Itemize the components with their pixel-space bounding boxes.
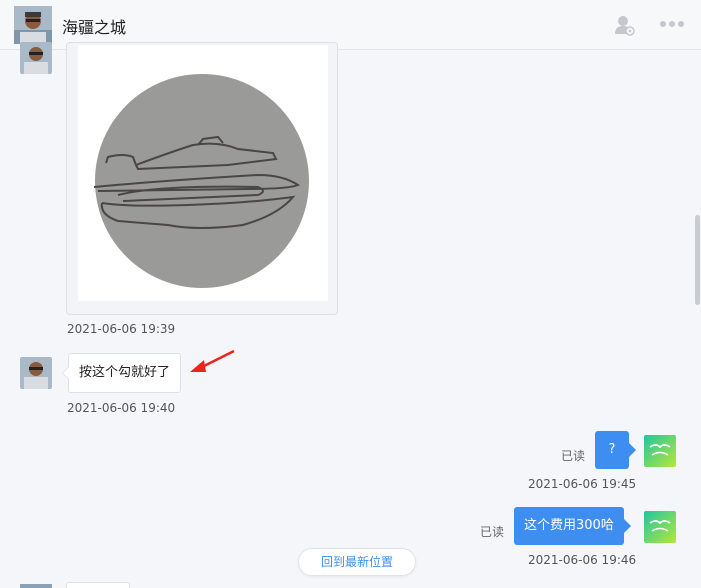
red-arrow-icon (188, 348, 238, 376)
image-message[interactable] (66, 42, 338, 315)
sender-avatar[interactable] (20, 584, 52, 588)
message-timestamp: 2021-06-06 19:45 (528, 477, 637, 491)
scrollbar-thumb[interactable] (695, 215, 700, 305)
outgoing-text-bubble[interactable]: 这个费用300哈 (514, 507, 631, 545)
more-icon[interactable] (659, 16, 685, 30)
read-status: 已读 (480, 525, 505, 539)
chat-title: 海疆之城 (62, 18, 127, 37)
read-status: 已读 (561, 449, 586, 463)
message-timestamp: 2021-06-06 19:46 (528, 553, 637, 567)
jetski-image (78, 45, 328, 301)
message-timestamp: 2021-06-06 19:39 (67, 322, 176, 336)
incoming-text-bubble[interactable] (66, 582, 130, 588)
my-avatar[interactable] (644, 511, 676, 543)
my-avatar[interactable] (644, 435, 676, 467)
message-timestamp: 2021-06-06 19:40 (67, 401, 176, 415)
outgoing-text-bubble[interactable]: ? (595, 431, 636, 469)
sender-avatar[interactable] (20, 357, 52, 389)
user-settings-icon[interactable] (613, 14, 635, 36)
jump-to-latest-button[interactable]: 回到最新位置 (298, 548, 416, 576)
sender-avatar[interactable] (20, 42, 52, 74)
incoming-text-bubble[interactable]: 按这个勾就好了 (61, 353, 182, 393)
contact-avatar[interactable] (14, 6, 52, 44)
